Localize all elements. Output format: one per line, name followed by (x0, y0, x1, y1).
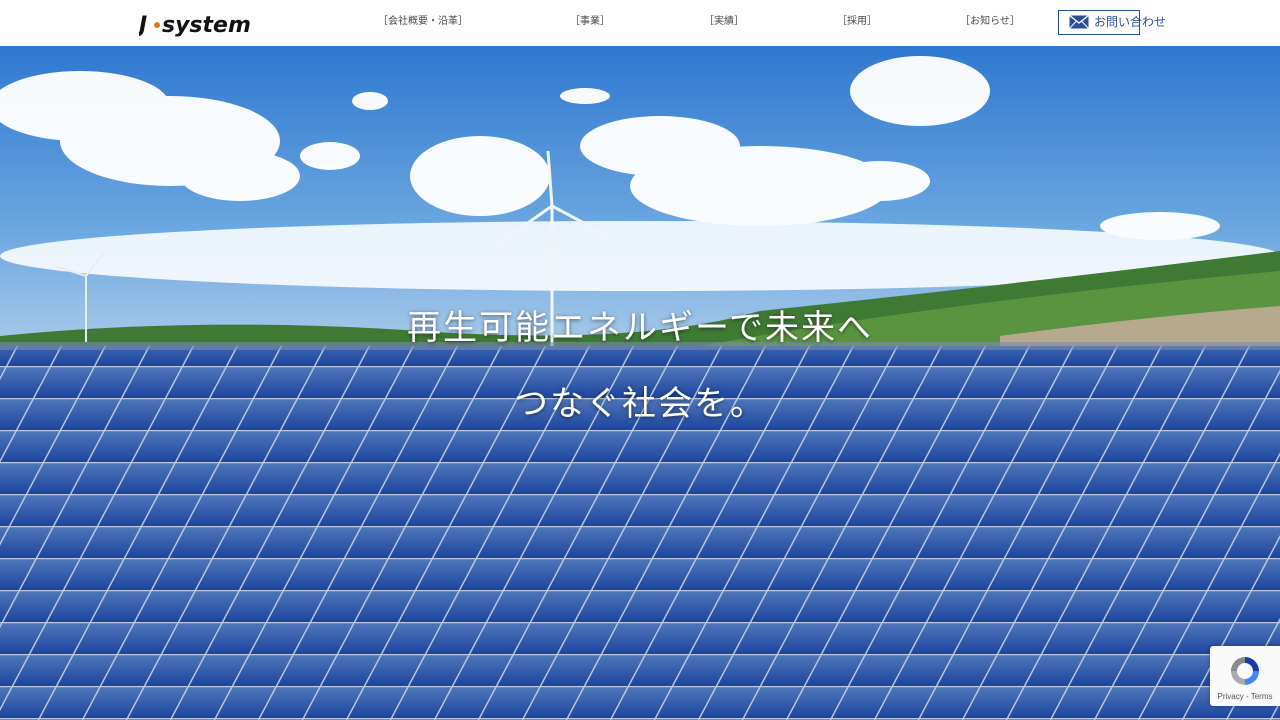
hero-headline-line1: 再生可能エネルギーで未来へ (407, 308, 873, 348)
recaptcha-icon (1231, 657, 1259, 685)
nav-company[interactable]: ［会社概要・沿革］ (378, 16, 468, 28)
svg-text:J: J (139, 13, 147, 38)
contact-label: お問い合わせ (1094, 15, 1167, 29)
nav-results[interactable]: ［実績］ (704, 16, 744, 28)
nav-business[interactable]: ［事業］ (570, 16, 610, 28)
nav-recruit[interactable]: ［採用］ (837, 16, 877, 28)
recaptcha-links: Privacy - Terms (1210, 692, 1280, 701)
site-logo[interactable]: J system (139, 10, 263, 38)
site-header: J system ［会社概要・沿革］ ［事業］ ［実績］ ［採用］ ［お知らせ］… (0, 0, 1280, 46)
nav-news[interactable]: ［お知らせ］ (960, 16, 1020, 28)
mail-icon (1069, 15, 1089, 29)
hero-section: 再生可能エネルギーで未来へ つなぐ社会を。 (0, 46, 1280, 720)
hero-headline-line2: つなぐ社会を。 (514, 384, 766, 424)
svg-text:system: system (162, 13, 251, 38)
recaptcha-separator: - (1243, 692, 1251, 701)
recaptcha-badge[interactable]: Privacy - Terms (1210, 646, 1280, 706)
recaptcha-privacy-link[interactable]: Privacy (1218, 692, 1244, 701)
contact-button[interactable]: お問い合わせ (1058, 10, 1166, 35)
recaptcha-terms-link[interactable]: Terms (1251, 692, 1273, 701)
